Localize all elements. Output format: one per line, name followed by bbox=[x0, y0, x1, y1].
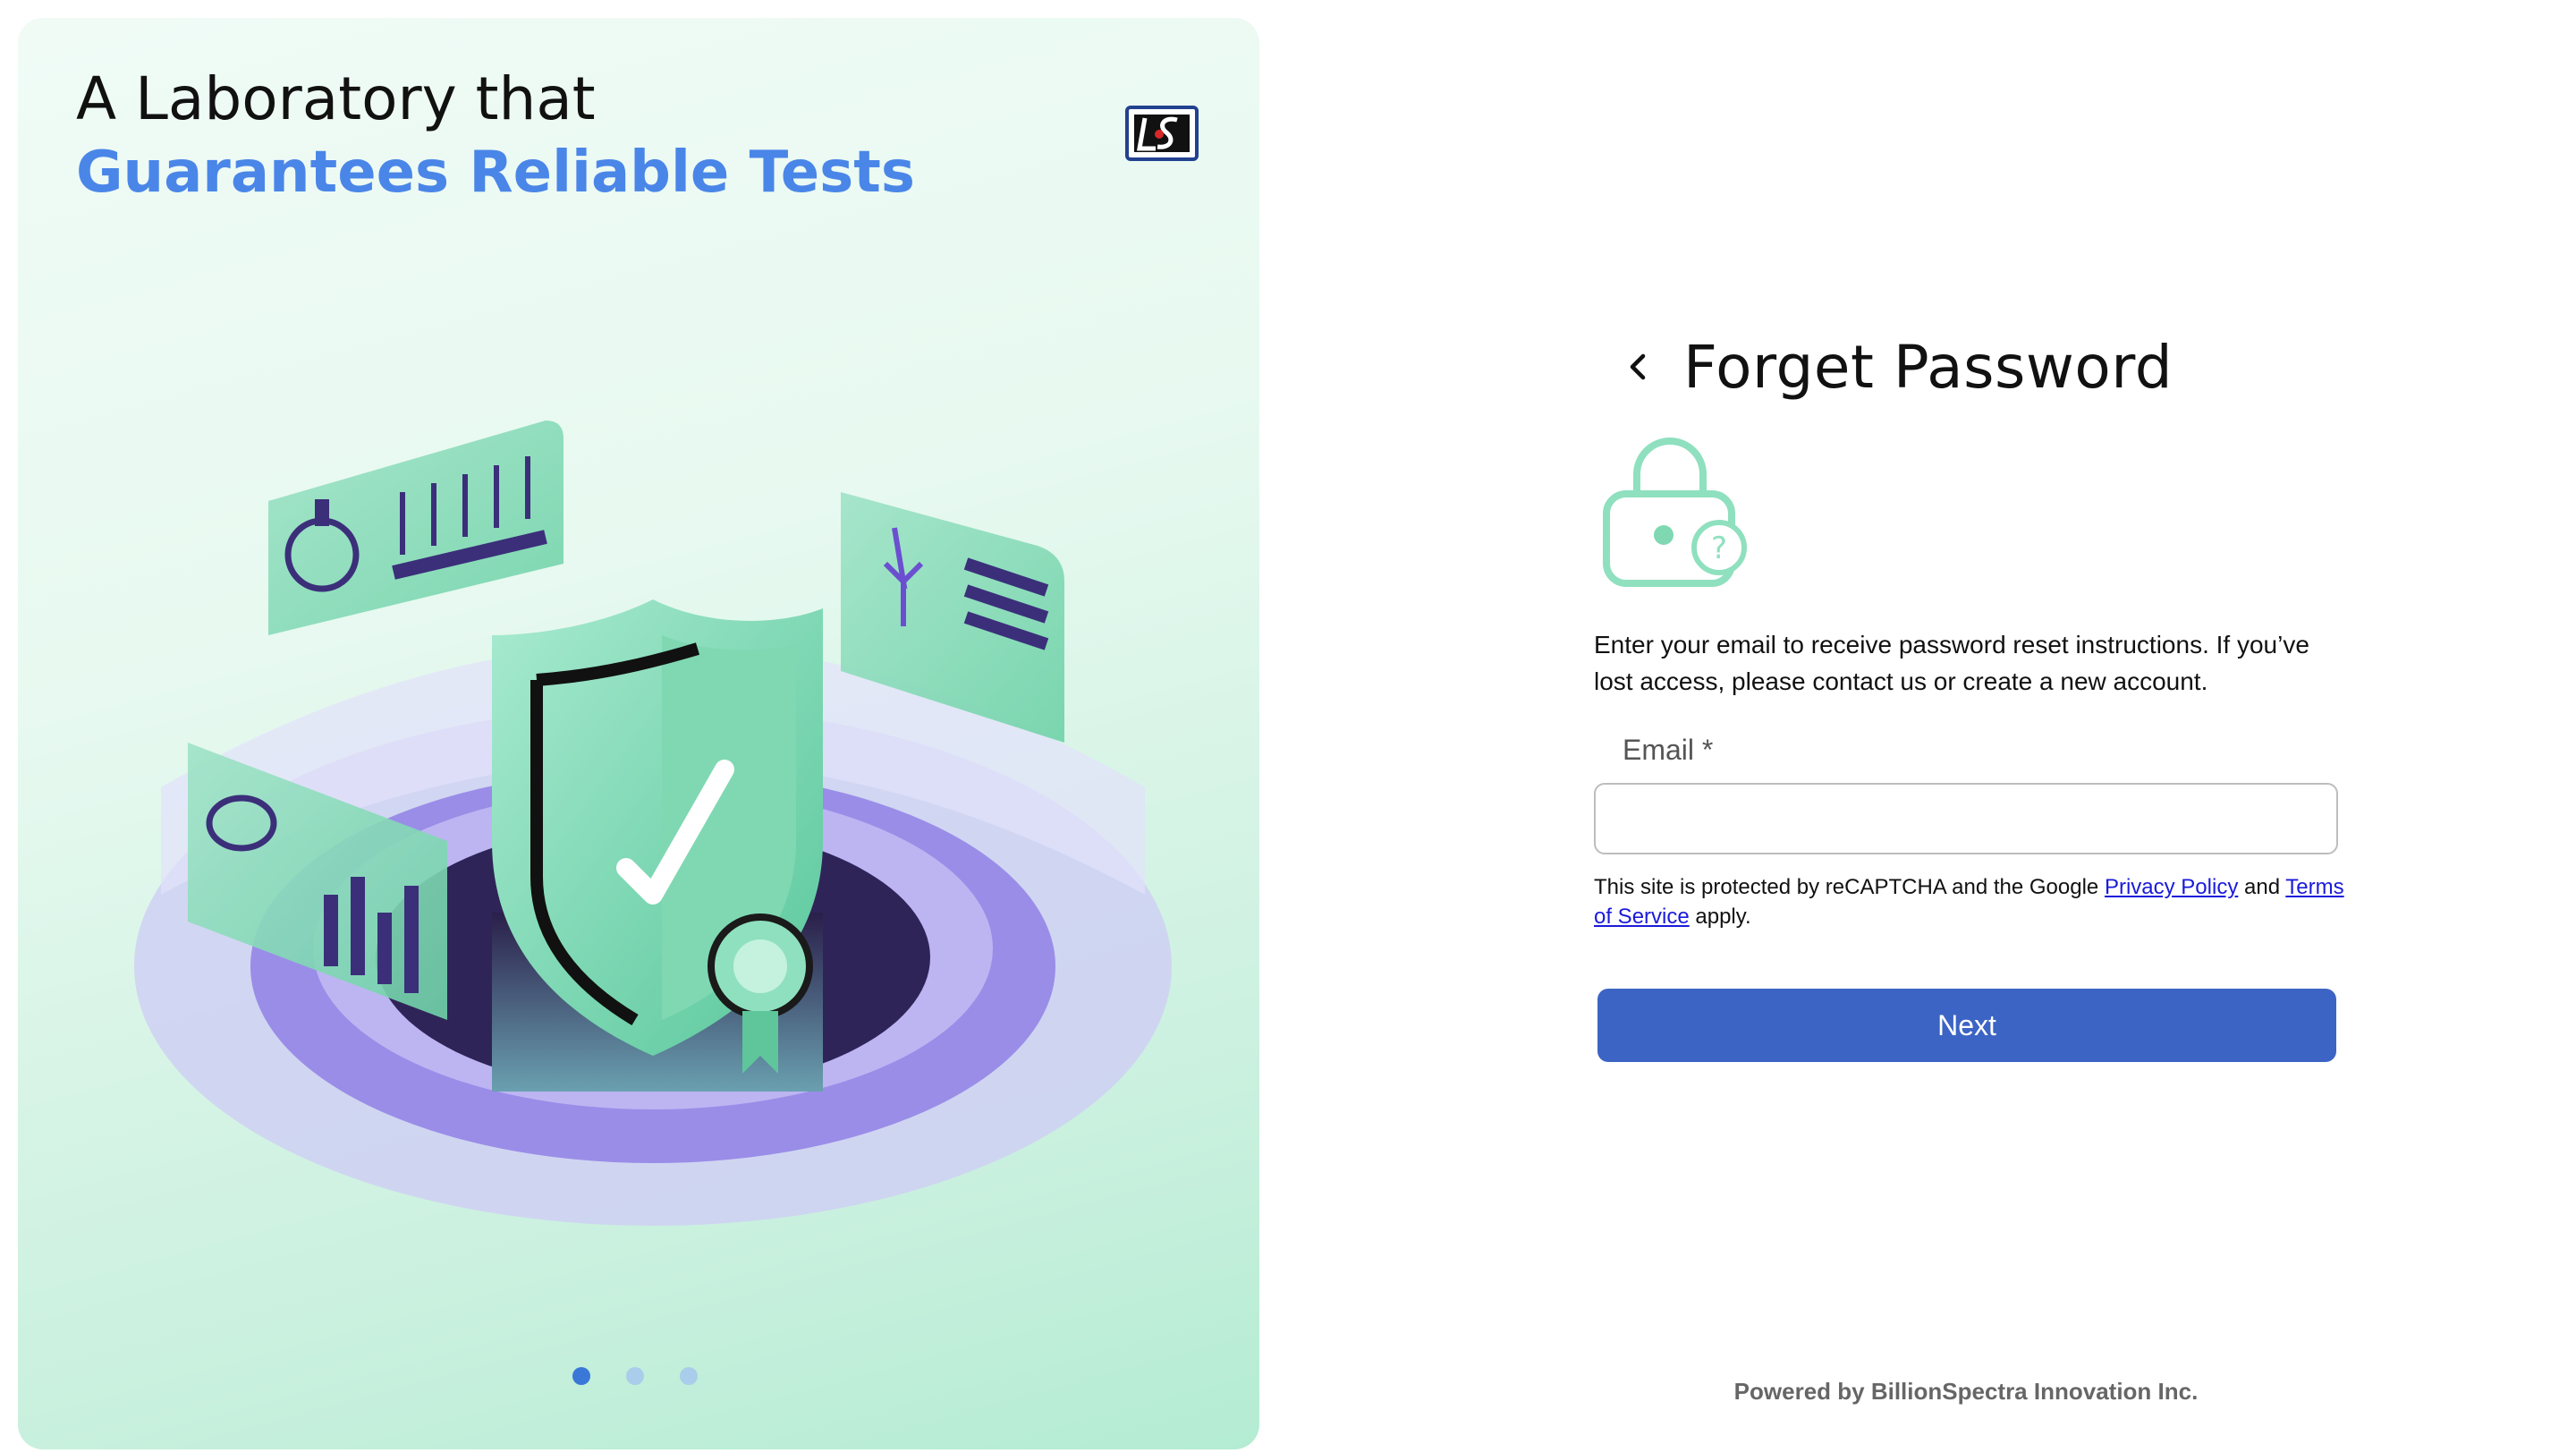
email-label: Email * bbox=[1623, 734, 1714, 766]
hero-title: A Laboratory that Guarantees Reliable Te… bbox=[76, 63, 915, 209]
forgot-password-form: Forget Password ? Enter your email to re… bbox=[1594, 322, 2354, 1062]
back-button[interactable] bbox=[1612, 340, 1665, 394]
hero-title-line1: A Laboratory that bbox=[76, 64, 596, 133]
email-input[interactable] bbox=[1594, 783, 2338, 854]
recaptcha-suffix: apply. bbox=[1695, 905, 1751, 929]
carousel-dot-1[interactable] bbox=[572, 1367, 590, 1385]
svg-text:?: ? bbox=[1711, 531, 1727, 566]
instructions-text: Enter your email to receive password res… bbox=[1594, 631, 2309, 695]
security-shield-illustration bbox=[134, 421, 1172, 1226]
form-header: Forget Password bbox=[1594, 322, 2354, 412]
recaptcha-notice: This site is protected by reCAPTCHA and … bbox=[1594, 872, 2345, 931]
page-title: Forget Password bbox=[1683, 332, 2174, 402]
hero-title-line2: Guarantees Reliable Tests bbox=[76, 140, 915, 206]
carousel-dot-3[interactable] bbox=[680, 1367, 698, 1385]
carousel-dot-2[interactable] bbox=[626, 1367, 644, 1385]
footer-powered-by: Powered by BillionSpectra Innovation Inc… bbox=[1733, 1378, 2199, 1405]
carousel-dots bbox=[572, 1367, 698, 1385]
hero-panel: A Laboratory that Guarantees Reliable Te… bbox=[18, 18, 1259, 1449]
recaptcha-prefix: This site is protected by reCAPTCHA and … bbox=[1594, 875, 2099, 899]
recaptcha-and: and bbox=[2244, 875, 2281, 899]
next-button[interactable]: Next bbox=[1597, 989, 2336, 1062]
lock-question-icon: ? bbox=[1603, 438, 1747, 587]
brand-logo-icon bbox=[1125, 106, 1199, 161]
privacy-policy-link[interactable]: Privacy Policy bbox=[2105, 875, 2238, 899]
chevron-left-icon bbox=[1630, 353, 1646, 380]
